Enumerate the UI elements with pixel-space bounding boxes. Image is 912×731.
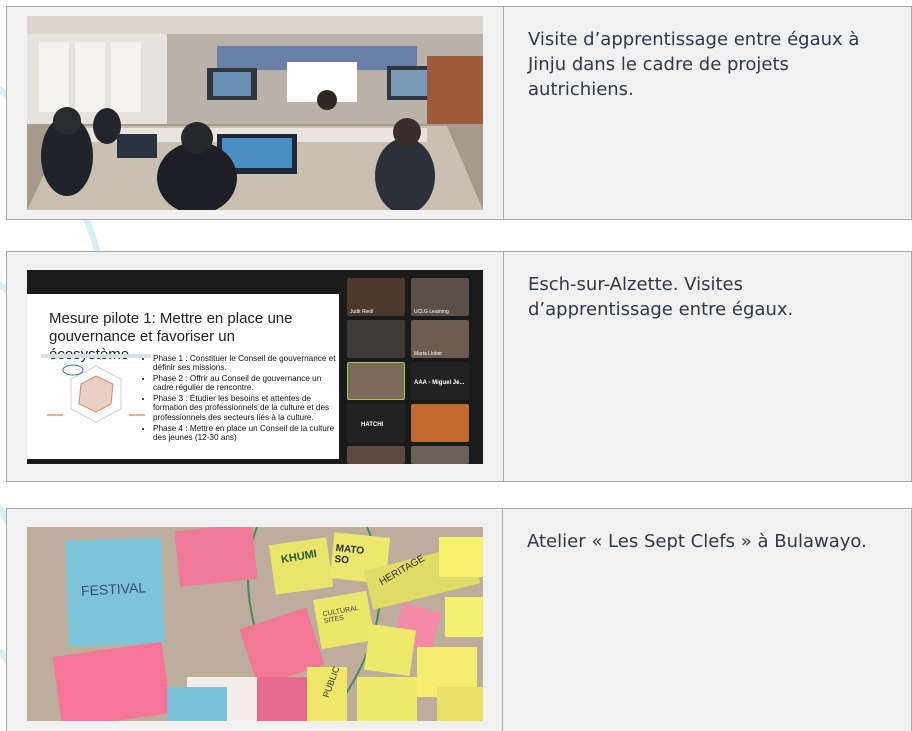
bullet: Phase 1 : Constituer le Conseil de gouve… <box>153 354 339 373</box>
caption: Visite d’apprentissage entre égaux à Jin… <box>528 29 860 100</box>
participant-tile[interactable] <box>347 361 405 400</box>
participant-grid: Judit Riedl UCLG Learning Marta Llober A… <box>345 276 483 464</box>
presentation-slide: Mesure pilote 1: Mettre en place une gou… <box>27 293 339 459</box>
image-cell <box>7 7 504 219</box>
participant-tile[interactable]: Marta Llober <box>411 319 469 358</box>
participant-tile[interactable]: Judit Riedl <box>347 277 405 316</box>
slide-bullets: Phase 1 : Constituer le Conseil de gouve… <box>143 354 339 444</box>
bullet: Phase 3 : Étudier les besoins et attente… <box>153 394 339 423</box>
participant-tile[interactable]: HATCHI <box>347 403 405 442</box>
participant-tile[interactable]: AAA - Miguel Je... <box>411 361 469 400</box>
photo-sticky-notes-workshop: FESTIVAL KHUMI MATO SO HERITAGE CULTURAL… <box>26 527 483 721</box>
sticky-note-text: MATO SO <box>333 542 365 567</box>
participant-tile[interactable]: UCLG Learning <box>411 277 469 316</box>
table-row: Mesure pilote 1: Mettre en place une gou… <box>6 251 912 482</box>
participant-tile[interactable] <box>347 319 405 358</box>
radar-chart-icon <box>41 353 151 423</box>
participant-tile[interactable] <box>411 403 469 442</box>
bullet: Phase 4 : Mettre en place un Conseil de … <box>153 424 339 443</box>
table-row: FESTIVAL KHUMI MATO SO HERITAGE CULTURAL… <box>6 508 912 731</box>
participant-tile[interactable] <box>347 445 405 464</box>
sticky-note-text: FESTIVAL <box>80 579 146 599</box>
image-cell: FESTIVAL KHUMI MATO SO HERITAGE CULTURAL… <box>7 509 503 731</box>
screenshot-video-conference: Mesure pilote 1: Mettre en place une gou… <box>27 269 483 464</box>
photo-conference-room <box>27 16 483 210</box>
caption: Esch-sur-Alzette. Visites d’apprentissag… <box>528 274 794 320</box>
table-row: Visite d’apprentissage entre égaux à Jin… <box>6 6 912 220</box>
participant-tile[interactable] <box>411 445 469 464</box>
caption: Atelier « Les Sept Clefs » à Bulawayo. <box>527 531 867 552</box>
image-cell: Mesure pilote 1: Mettre en place une gou… <box>7 252 504 481</box>
bullet: Phase 2 : Offrir au Conseil de gouvernan… <box>153 374 339 393</box>
